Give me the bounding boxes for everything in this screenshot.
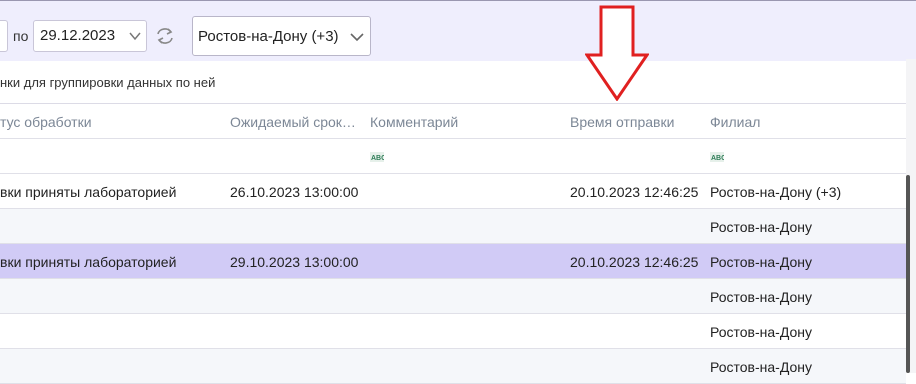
column-header-due[interactable]: Ожидаемый срок… [230,114,356,130]
data-grid: тус обработки Ожидаемый срок… Комментари… [0,104,906,384]
group-panel[interactable]: нки для группировки данных по ней [0,60,906,104]
refresh-icon[interactable] [153,25,177,47]
cell-status: вки приняты лабораторией [0,254,177,270]
text-filter-icon[interactable]: ABC [370,152,384,162]
cell-branch: Ростов-на-Дону [710,254,812,270]
toolbar: по 29.12.2023 Ростов-на-Дону (+3) [0,0,916,61]
cell-branch: Ростов-на-Дону [710,324,812,340]
cell-sent-time: 20.10.2023 12:46:25 [570,254,699,270]
column-header-comment[interactable]: Комментарий [370,114,458,130]
grid-filter-row: ABC ABC [0,139,906,174]
group-panel-hint: нки для группировки данных по ней [0,75,216,90]
scrollbar-thumb[interactable] [906,175,910,373]
date-to-field[interactable]: 29.12.2023 [33,20,147,52]
city-select-value: Ростов-на-Дону (+3) [198,28,339,45]
chevron-down-icon[interactable] [349,29,365,45]
date-to-label: по [13,28,29,44]
cell-branch: Ростов-на-Дону [710,219,812,235]
cell-status: вки приняты лабораторией [0,184,177,200]
cell-due: 29.10.2023 13:00:00 [230,254,359,270]
cell-sent-time: 20.10.2023 12:46:25 [570,184,699,200]
city-select[interactable]: Ростов-на-Дону (+3) [192,16,371,56]
chevron-down-icon[interactable] [128,29,142,43]
cell-branch: Ростов-на-Дону (+3) [710,184,842,200]
table-row-selected[interactable]: вки приняты лабораторией 29.10.2023 13:0… [0,244,906,279]
svg-text:ABC: ABC [371,155,384,162]
down-arrow-annotation [585,5,649,101]
table-row[interactable]: Ростов-на-Дону [0,349,906,384]
table-row[interactable]: Ростов-на-Дону [0,314,906,349]
text-filter-icon[interactable]: ABC [710,152,724,162]
column-header-branch[interactable]: Филиал [710,114,760,130]
grid-header-row: тус обработки Ожидаемый срок… Комментари… [0,104,906,139]
column-header-sent-time[interactable]: Время отправки [570,114,674,130]
table-row[interactable]: Ростов-на-Дону [0,209,906,244]
table-row[interactable]: вки приняты лабораторией 26.10.2023 13:0… [0,174,906,209]
cell-due: 26.10.2023 13:00:00 [230,184,359,200]
date-from-field[interactable] [0,20,8,52]
svg-text:ABC: ABC [711,155,724,162]
date-to-value: 29.12.2023 [40,27,116,44]
cell-branch: Ростов-на-Дону [710,289,812,305]
table-row[interactable]: Ростов-на-Дону [0,279,906,314]
column-header-status[interactable]: тус обработки [0,114,92,130]
